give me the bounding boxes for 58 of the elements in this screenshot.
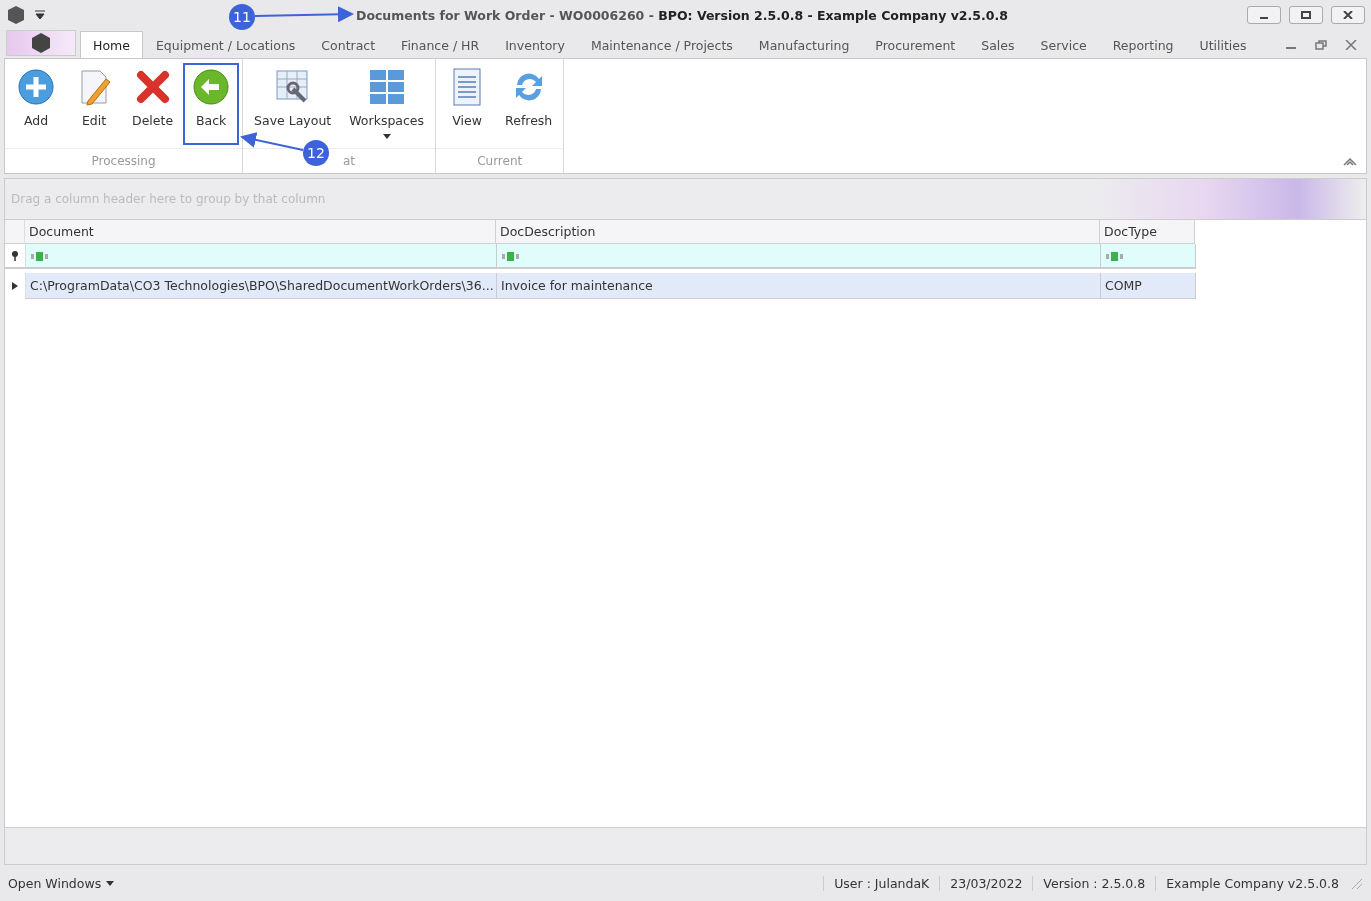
ribbon-tab[interactable]: Procurement <box>862 31 969 58</box>
window-title: Documents for Work Order - WO0006260 - BPO: Version 2.5.0.8 - Example Company v2.5.0.8 <box>356 7 1008 23</box>
dropdown-caret-icon[interactable] <box>34 10 46 20</box>
app-logo-icon <box>30 32 52 54</box>
group-label: Current <box>436 148 564 173</box>
ribbon-tab[interactable]: Manufacturing <box>745 31 863 58</box>
ribbon-tab[interactable]: Inventory <box>492 31 578 58</box>
row-indicator-icon <box>12 282 18 290</box>
text-filter-icon <box>1105 250 1125 261</box>
open-windows-menu[interactable]: Open Windows <box>8 875 115 891</box>
close-icon <box>1343 11 1353 19</box>
maximize-button[interactable] <box>1289 6 1323 24</box>
ribbon-tab[interactable]: Maintenance / Projects <box>577 31 746 58</box>
ribbon-tab[interactable]: Sales <box>968 31 1028 58</box>
collapse-ribbon-icon[interactable] <box>1342 155 1358 167</box>
column-header[interactable]: DocDescription <box>496 220 1100 244</box>
ribbon-button[interactable]: Delete <box>124 63 182 145</box>
callout-badge: 11 <box>229 4 255 30</box>
filter-cell[interactable] <box>497 244 1101 269</box>
ribbon-tab[interactable]: Finance / HR <box>388 31 493 58</box>
group-label: Processing <box>5 148 243 173</box>
column-header[interactable]: Document <box>25 220 496 244</box>
resize-grip-icon[interactable] <box>1349 876 1363 890</box>
close-button[interactable] <box>1331 6 1365 24</box>
close-icon[interactable] <box>1345 40 1357 50</box>
application-menu-button[interactable] <box>6 30 76 56</box>
ribbon-tab[interactable]: Home <box>80 31 143 58</box>
maximize-icon <box>1301 11 1311 19</box>
app-logo-icon <box>6 5 26 25</box>
ribbon-tab[interactable]: Utilities <box>1186 31 1260 58</box>
restore-icon[interactable] <box>1315 40 1327 50</box>
status-item: Example Company v2.5.0.8 <box>1155 875 1349 891</box>
table-cell: Invoice for maintenance <box>497 273 1101 299</box>
column-header[interactable]: DocType <box>1100 220 1195 244</box>
ribbon-button[interactable]: View <box>439 63 496 145</box>
text-filter-icon <box>501 250 521 261</box>
caret-icon <box>106 880 115 886</box>
status-item: Version : 2.5.0.8 <box>1032 875 1156 891</box>
table-cell: C:\ProgramData\CO3 Technologies\BPO\SharedDocumentWorkOrders\36... <box>26 273 497 299</box>
callout-arrow <box>240 132 304 151</box>
filter-pin-icon <box>11 250 19 261</box>
ribbon-button[interactable]: Edit <box>66 63 122 145</box>
text-filter-icon <box>30 250 50 261</box>
minimize-button[interactable] <box>1247 6 1281 24</box>
table-cell: COMP <box>1101 273 1196 299</box>
ribbon-tab[interactable]: Reporting <box>1099 31 1187 58</box>
ribbon-button[interactable]: Workspaces <box>341 63 433 145</box>
ribbon-tab[interactable]: Equipment / Locations <box>142 31 309 58</box>
ribbon-tab[interactable]: Service <box>1027 31 1100 58</box>
status-item: 23/03/2022 <box>939 875 1033 891</box>
ribbon-button[interactable]: Back <box>183 63 240 145</box>
ribbon-button[interactable]: Add <box>8 63 64 145</box>
add-icon <box>16 67 56 107</box>
ribbon-tab[interactable]: Contract <box>308 31 389 58</box>
status-item: User : JulandaK <box>823 875 940 891</box>
filter-cell[interactable] <box>26 244 497 269</box>
ribbon-button[interactable]: Refresh <box>497 63 561 145</box>
filter-cell[interactable] <box>1101 244 1196 269</box>
